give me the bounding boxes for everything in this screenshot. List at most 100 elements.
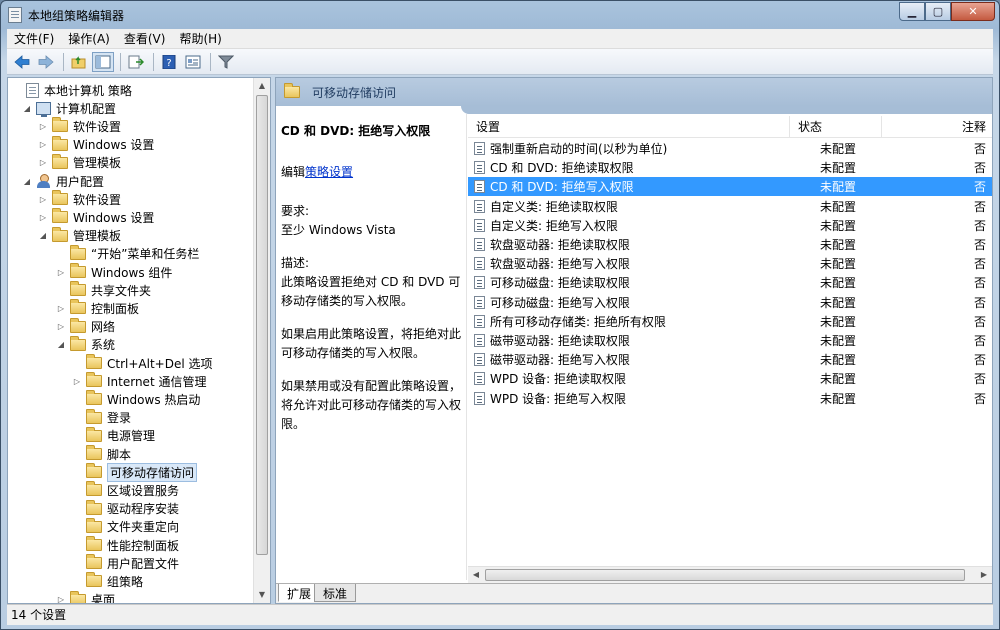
setting-row[interactable]: 所有可移动存储类: 拒绝所有权限 未配置 否 (468, 312, 992, 331)
tree-item[interactable]: ◢ 用户配置 (8, 172, 253, 190)
setting-row[interactable]: 可移动磁盘: 拒绝写入权限 未配置 否 (468, 293, 992, 312)
collapse-arrow-icon[interactable]: ◢ (22, 177, 32, 186)
tree-item[interactable]: ▷ Windows 组件 (8, 263, 253, 281)
column-header-comment[interactable]: 注释 (882, 116, 992, 138)
scroll-down-arrow-icon[interactable]: ▼ (254, 587, 270, 603)
tree-item[interactable]: ◢ 管理模板 (8, 226, 253, 245)
setting-row[interactable]: 磁带驱动器: 拒绝写入权限 未配置 否 (468, 350, 992, 369)
computer-icon (36, 101, 51, 117)
folder-icon (70, 317, 86, 333)
tree-item[interactable]: 本地计算机 策略 (8, 81, 253, 99)
column-header-state[interactable]: 状态 (790, 115, 882, 138)
menu-view[interactable]: 查看(V) (117, 30, 173, 47)
tree-scroll-thumb[interactable] (256, 95, 268, 555)
tree-item[interactable]: ▷ 桌面 (8, 590, 253, 603)
setting-row[interactable]: 可移动磁盘: 拒绝读取权限 未配置 否 (468, 273, 992, 292)
setting-row[interactable]: 自定义类: 拒绝写入权限 未配置 否 (468, 216, 992, 235)
folder-icon (52, 190, 68, 206)
expand-arrow-icon[interactable]: ▷ (56, 595, 66, 603)
setting-row[interactable]: WPD 设备: 拒绝读取权限 未配置 否 (468, 369, 992, 388)
tree-item-label: 控制面板 (91, 301, 140, 316)
collapse-arrow-icon[interactable]: ◢ (38, 231, 48, 240)
tree-item[interactable]: ▷ 软件设置 (8, 190, 253, 208)
tree-item[interactable]: 组策略 (8, 572, 253, 590)
properties-icon[interactable] (182, 52, 204, 72)
expand-arrow-icon[interactable]: ▷ (38, 140, 48, 149)
expand-arrow-icon[interactable]: ▷ (38, 158, 48, 167)
tree-scrollbar[interactable]: ▲ ▼ (253, 78, 270, 603)
help-icon[interactable]: ? (158, 52, 180, 72)
tree-item[interactable]: Ctrl+Alt+Del 选项 (8, 354, 253, 372)
folder-icon (86, 554, 102, 570)
setting-row[interactable]: 强制重新启动的时间(以秒为单位) 未配置 否 (468, 139, 992, 158)
folder-icon (70, 335, 86, 351)
tree-item[interactable]: ◢ 计算机配置 (8, 99, 253, 117)
expand-arrow-icon[interactable]: ▷ (72, 377, 82, 386)
tree-item[interactable]: ▷ Windows 设置 (8, 208, 253, 226)
tree-item[interactable]: ▷ Internet 通信管理 (8, 372, 253, 390)
expand-arrow-icon[interactable]: ▷ (38, 195, 48, 204)
expand-arrow-icon[interactable]: ▷ (56, 268, 66, 277)
collapse-arrow-icon[interactable]: ◢ (22, 104, 32, 113)
folder-icon (52, 208, 68, 224)
tree-item[interactable]: 脚本 (8, 445, 253, 463)
menu-help[interactable]: 帮助(H) (172, 30, 228, 47)
tree-item[interactable]: 驱动程序安装 (8, 499, 253, 518)
list-hscrollbar[interactable]: ◀ ▶ (468, 566, 992, 583)
export-list-icon[interactable] (125, 52, 147, 72)
title-bar[interactable]: 本地组策略编辑器 ▁ ▢ ✕ (1, 1, 999, 29)
expand-arrow-icon[interactable]: ▷ (56, 304, 66, 313)
tree-item[interactable]: ▷ 控制面板 (8, 299, 253, 317)
up-folder-icon[interactable] (68, 52, 90, 72)
menu-action[interactable]: 操作(A) (61, 30, 117, 47)
setting-row[interactable]: CD 和 DVD: 拒绝读取权限 未配置 否 (468, 158, 992, 177)
maximize-button[interactable]: ▢ (925, 2, 951, 21)
setting-row[interactable]: 软盘驱动器: 拒绝读取权限 未配置 否 (468, 235, 992, 254)
column-header-setting[interactable]: 设置 (468, 115, 790, 138)
setting-row[interactable]: WPD 设备: 拒绝写入权限 未配置 否 (468, 389, 992, 408)
tree-item[interactable]: Windows 热启动 (8, 390, 253, 408)
tree-item[interactable]: 登录 (8, 408, 253, 427)
tree-item[interactable]: ▷ 网络 (8, 317, 253, 336)
edit-policy-link[interactable]: 策略设置 (305, 165, 353, 179)
folder-icon (86, 463, 102, 479)
expand-arrow-icon[interactable]: ▷ (38, 213, 48, 222)
scroll-right-arrow-icon[interactable]: ▶ (976, 567, 992, 583)
tree-item-label: “开始”菜单和任务栏 (91, 247, 200, 262)
expand-arrow-icon[interactable]: ▷ (56, 322, 66, 331)
tree-item[interactable]: 共享文件夹 (8, 281, 253, 299)
tab-standard[interactable]: 标准 (314, 584, 357, 602)
tree-item[interactable]: 电源管理 (8, 426, 253, 445)
setting-name: CD 和 DVD: 拒绝读取权限 (490, 161, 634, 176)
setting-row[interactable]: 自定义类: 拒绝读取权限 未配置 否 (468, 197, 992, 216)
tree-item[interactable]: 用户配置文件 (8, 554, 253, 572)
tree-item[interactable]: 区域设置服务 (8, 481, 253, 499)
tree-item[interactable]: “开始”菜单和任务栏 (8, 244, 253, 263)
collapse-arrow-icon[interactable]: ◢ (56, 340, 66, 349)
show-hide-tree-icon[interactable] (92, 51, 114, 72)
tree-item[interactable]: 文件夹重定向 (8, 517, 253, 536)
hscroll-thumb[interactable] (485, 569, 965, 581)
scroll-left-arrow-icon[interactable]: ◀ (468, 567, 484, 583)
tree-item[interactable]: ▷ 软件设置 (8, 117, 253, 135)
setting-row[interactable]: CD 和 DVD: 拒绝写入权限 未配置 否 (468, 177, 992, 197)
close-button[interactable]: ✕ (951, 2, 995, 21)
back-icon[interactable] (11, 52, 33, 72)
setting-row[interactable]: 磁带驱动器: 拒绝读取权限 未配置 否 (468, 331, 992, 350)
setting-row[interactable]: 软盘驱动器: 拒绝写入权限 未配置 否 (468, 254, 992, 273)
setting-name: 强制重新启动的时间(以秒为单位) (490, 142, 668, 156)
scroll-up-arrow-icon[interactable]: ▲ (254, 78, 270, 94)
minimize-button[interactable]: ▁ (899, 2, 925, 21)
tree-item[interactable]: ▷ Windows 设置 (8, 135, 253, 154)
forward-icon[interactable] (35, 52, 57, 72)
tree-item[interactable]: ▷ 管理模板 (8, 153, 253, 172)
filter-icon[interactable] (215, 52, 237, 72)
tree-item[interactable]: 可移动存储访问 (8, 462, 253, 482)
policy-setting-icon (474, 372, 485, 386)
tree-item[interactable]: ◢ 系统 (8, 335, 253, 354)
menu-file[interactable]: 文件(F) (7, 30, 61, 47)
folder-icon (86, 354, 102, 369)
tree-item[interactable]: 性能控制面板 (8, 536, 253, 554)
expand-arrow-icon[interactable]: ▷ (38, 122, 48, 131)
tree-item-label: 系统 (91, 338, 116, 353)
